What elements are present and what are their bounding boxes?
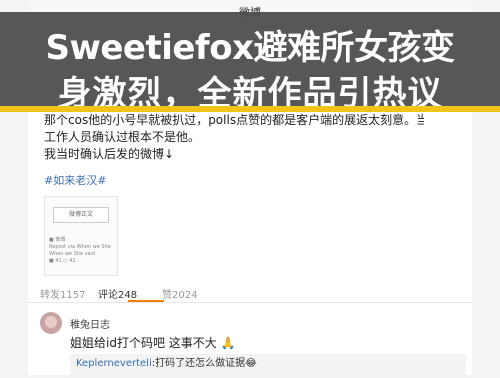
comment-username[interactable]: 稚兔日志	[70, 316, 110, 331]
tab-comments[interactable]: 评论248	[98, 286, 137, 301]
avatar[interactable]	[40, 312, 62, 334]
card-line: When we She said ·	[49, 251, 99, 257]
reply-username[interactable]: Keplerneverteli	[76, 358, 152, 369]
active-tab-indicator	[128, 300, 164, 302]
headline-line-1: Sweetiefox避难所女孩变	[45, 28, 455, 68]
card-view-button[interactable]: 微博正文	[53, 207, 109, 223]
tab-likes[interactable]: 赞2024	[162, 286, 197, 301]
interaction-tabs: 转发1157 评论248 赞2024	[28, 284, 472, 303]
card-line: ■ 41 ○ 42 ·	[49, 258, 79, 264]
post-line: 我当时确认后发的微博↓	[44, 147, 175, 161]
comment-text: 姐姐给id打个码吧 这事不大 🙏	[70, 336, 236, 350]
post-line: 那个cos他的小号早就被扒过，polls点赞的都是客户端的展返太刻意。当时就跟	[44, 113, 424, 127]
reply-text: :打码了还怎么做证据😂	[151, 358, 257, 369]
card-line: Repost via When we She	[49, 244, 111, 250]
comment-reply[interactable]: Keplerneverteli:打码了还怎么做证据😂	[70, 354, 466, 378]
hashtag-link[interactable]: #如来老汉#	[44, 172, 106, 188]
card-content: ■ 微博 Repost via When we She When we She …	[49, 237, 113, 265]
card-line: ■ 微博	[49, 237, 66, 243]
comment-item: 稚兔日志 姐姐给id打个码吧 这事不大 🙏 Keplerneverteli:打码…	[40, 312, 466, 378]
headline-banner: Sweetiefox避难所女孩变 身激烈，全新作品引热议	[0, 12, 500, 114]
post-body: 那个cos他的小号早就被扒过，polls点赞的都是客户端的展返太刻意。当时就跟 …	[44, 112, 424, 163]
tab-repost[interactable]: 转发1157	[40, 286, 85, 301]
embedded-post-card[interactable]: 微博正文 ■ 微博 Repost via When we She When we…	[44, 196, 118, 276]
post-line: 工作人员确认过根本不是他。	[44, 130, 201, 144]
